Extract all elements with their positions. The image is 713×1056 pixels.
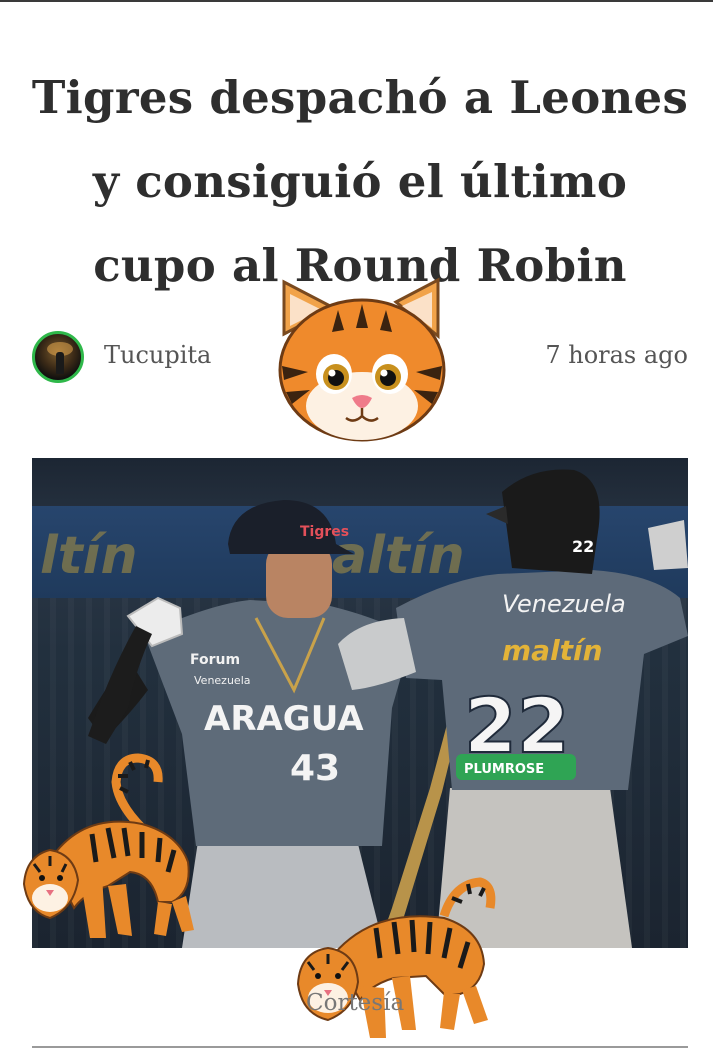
tiger-sticker-left bbox=[22, 753, 194, 938]
tiger-sticker-bottom bbox=[296, 877, 496, 1038]
helmet-number: 22 bbox=[572, 537, 594, 556]
left-sponsor-sub: Venezuela bbox=[194, 674, 251, 687]
top-border bbox=[0, 0, 713, 2]
author-avatar[interactable] bbox=[32, 331, 84, 383]
author-name[interactable]: Tucupita bbox=[104, 341, 211, 369]
right-team-name: Venezuela bbox=[502, 590, 626, 618]
caption-divider bbox=[32, 1046, 688, 1048]
photo-caption: Cortesía bbox=[306, 990, 405, 1016]
left-team-name: ARAGUA bbox=[204, 699, 364, 739]
right-jersey-bottom-text: PLUMROSE bbox=[464, 762, 544, 777]
publish-time: 7 horas ago bbox=[545, 341, 688, 369]
right-sponsor: maltín bbox=[502, 634, 603, 667]
left-sponsor: Forum bbox=[190, 652, 240, 668]
tiger-face-sticker bbox=[278, 277, 446, 442]
article-title: Tigres despachó a Leones y consiguió el … bbox=[31, 71, 689, 292]
avatar-figure bbox=[56, 352, 64, 374]
cap-logo: Tigres bbox=[300, 524, 349, 540]
left-jersey-number: 43 bbox=[290, 748, 340, 789]
right-player-helmet bbox=[502, 469, 600, 574]
right-player-batting-glove bbox=[648, 520, 688, 570]
